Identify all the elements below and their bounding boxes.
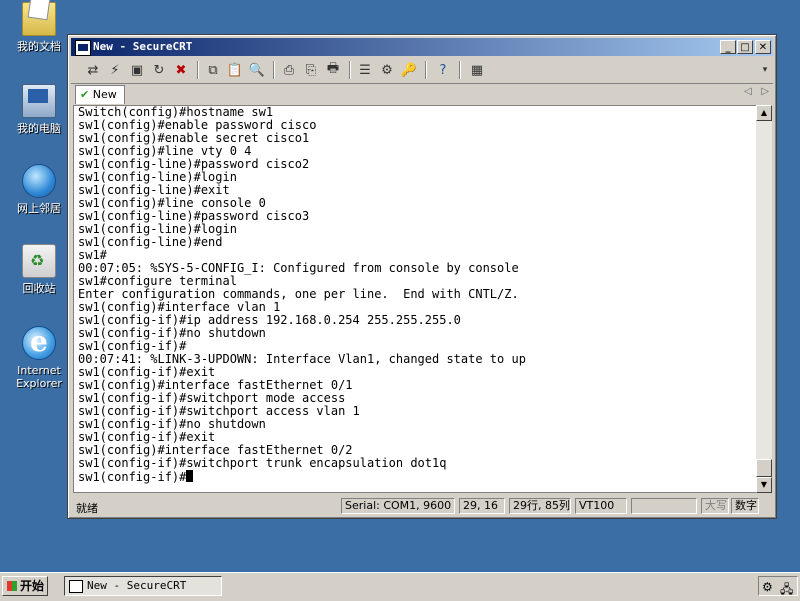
securecrt-window: New - SecureCRT _ □ ✕ ⇄ ⚡ ▣ ↻ ✖ ⧉ 📋 🔍 ⎙ … [67, 34, 777, 519]
desktop-icon-my-computer[interactable]: 我的电脑 [8, 84, 70, 135]
system-tray: ⚙ 🖧 [758, 576, 798, 596]
recycle-bin-icon [22, 244, 56, 278]
my-computer-icon [22, 84, 56, 118]
start-label: 开始 [20, 579, 45, 593]
tray-network-icon[interactable]: 🖧 [780, 580, 793, 601]
printer-icon[interactable]: 🖶 [323, 60, 343, 80]
session-options-icon[interactable]: ☰ [355, 60, 375, 80]
maximize-button[interactable]: □ [737, 40, 753, 54]
copy-icon[interactable]: ⧉ [203, 60, 223, 80]
session-tab-label: New [92, 88, 117, 101]
toolbar-separator [459, 61, 461, 79]
quick-connect-icon[interactable]: ⚡ [105, 60, 125, 80]
scroll-thumb[interactable] [756, 459, 772, 477]
help-icon[interactable]: ? [433, 60, 453, 80]
status-serial: Serial: COM1, 9600 [341, 498, 455, 514]
paste-icon[interactable]: 📋 [225, 60, 245, 80]
toolbar: ⇄ ⚡ ▣ ↻ ✖ ⧉ 📋 🔍 ⎙ ⎘ 🖶 ☰ ⚙ 🔑 ? ▦ ▾ [71, 57, 773, 84]
status-ready: 就绪 [76, 502, 98, 515]
desktop-icon-label: 我的电脑 [17, 122, 61, 135]
desktop-icon-my-documents[interactable]: 我的文档 [8, 2, 70, 53]
title-bar[interactable]: New - SecureCRT _ □ ✕ [71, 38, 773, 56]
toolbar-separator [349, 61, 351, 79]
minimize-button[interactable]: _ [720, 40, 736, 54]
desktop-icon-internet-explorer[interactable]: Internet Explorer [8, 325, 70, 390]
status-caps: 大写 [701, 498, 729, 514]
start-button[interactable]: 开始 [2, 576, 48, 596]
terminal-line: sw1(config-if)#switchport trunk encapsul… [78, 456, 447, 470]
desktop-icon-label: 网上邻居 [17, 202, 61, 215]
status-num: 数字 [731, 498, 759, 514]
desktop-icon-network-places[interactable]: 网上邻居 [8, 164, 70, 215]
vertical-scrollbar[interactable]: ▲ ▼ [756, 105, 772, 493]
connected-check-icon: ✔ [80, 88, 90, 101]
connect-icon[interactable]: ⇄ [83, 60, 103, 80]
session-tab-row: ✔ New ◁ ▷ [71, 84, 773, 104]
terminal-prompt: sw1(config-if)# [78, 470, 187, 484]
tray-security-icon[interactable]: ⚙ [762, 580, 773, 594]
key-icon[interactable]: 🔑 [399, 60, 419, 80]
securecrt-task-icon [69, 580, 83, 593]
connect-in-tab-icon[interactable]: ▣ [127, 60, 147, 80]
toolbar-separator [273, 61, 275, 79]
desktop-icon-label: 回收站 [22, 282, 56, 295]
status-terminal-type: VT100 [575, 498, 627, 514]
window-title: New - SecureCRT [93, 40, 193, 53]
global-options-icon[interactable]: ⚙ [377, 60, 397, 80]
taskbar: 开始 New - SecureCRT ⚙ 🖧 [0, 572, 800, 601]
securecrt-app-icon[interactable] [75, 40, 91, 56]
taskbar-securecrt-button[interactable]: New - SecureCRT [64, 576, 222, 596]
desktop-icon-recycle-bin[interactable]: 回收站 [8, 244, 70, 295]
desktop-icon-label: Internet Explorer [16, 364, 62, 390]
taskbar-task-label: New - SecureCRT [87, 579, 187, 592]
status-cursor-position: 29, 16 [459, 498, 505, 514]
session-tab-new[interactable]: ✔ New [75, 85, 125, 104]
status-bar: 就绪 Serial: COM1, 9600 29, 16 29行, 85列 VT… [71, 497, 773, 515]
status-rows-cols: 29行, 85列 [509, 498, 571, 514]
desktop-icon-label: 我的文档 [17, 40, 61, 53]
my-documents-icon [22, 2, 56, 36]
terminal-prompt-line: sw1(config-if)# [74, 470, 760, 484]
print-icon[interactable]: ⎙ [279, 60, 299, 80]
print-selection-icon[interactable]: ⎘ [301, 60, 321, 80]
close-button[interactable]: ✕ [755, 40, 771, 54]
tab-scroll-arrows[interactable]: ◁ ▷ [744, 86, 769, 97]
toolbar-overflow-icon[interactable]: ▾ [759, 60, 771, 80]
windows-flag-icon [7, 581, 17, 591]
network-places-icon [22, 164, 56, 198]
reconnect-icon[interactable]: ↻ [149, 60, 169, 80]
text-cursor [186, 470, 194, 482]
internet-explorer-icon [22, 325, 56, 360]
scroll-down-icon[interactable]: ▼ [756, 477, 772, 493]
find-icon[interactable]: 🔍 [247, 60, 267, 80]
status-empty [631, 498, 697, 514]
toolbar-separator [425, 61, 427, 79]
toolbar-options-icon[interactable]: ▦ [467, 60, 487, 80]
scroll-up-icon[interactable]: ▲ [756, 105, 772, 121]
disconnect-icon[interactable]: ✖ [171, 60, 191, 80]
terminal-line: sw1(config-line)#end [78, 235, 223, 249]
toolbar-separator [197, 61, 199, 79]
terminal-output[interactable]: Switch(config)#hostname sw1 sw1(config)#e… [73, 105, 761, 493]
